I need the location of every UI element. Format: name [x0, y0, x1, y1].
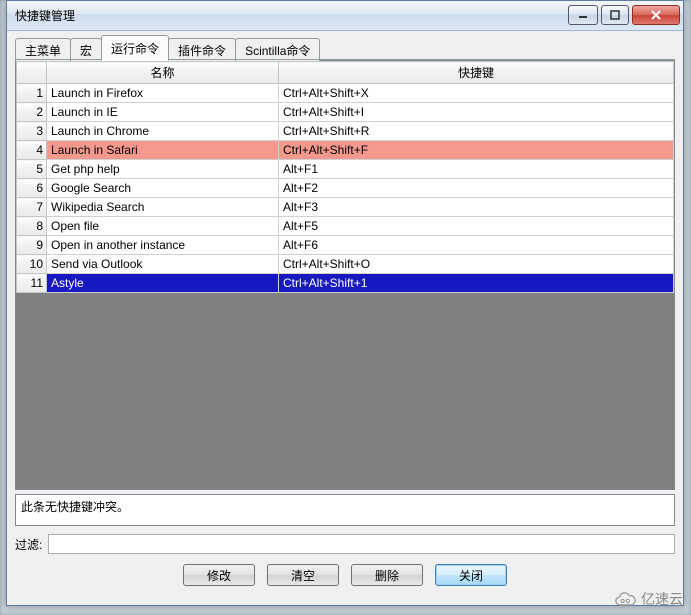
col-index[interactable]: [17, 62, 47, 84]
row-index: 8: [17, 217, 47, 236]
cloud-logo-icon: [611, 591, 637, 607]
table-row[interactable]: 3Launch in ChromeCtrl+Alt+Shift+R: [17, 122, 674, 141]
table-row[interactable]: 7Wikipedia SearchAlt+F3: [17, 198, 674, 217]
row-index: 7: [17, 198, 47, 217]
row-index: 4: [17, 141, 47, 160]
cell-name[interactable]: Launch in Safari: [47, 141, 279, 160]
window-title: 快捷键管理: [7, 7, 568, 24]
shortcut-grid[interactable]: 名称 快捷键 1Launch in FirefoxCtrl+Alt+Shift+…: [15, 60, 675, 490]
tab-0[interactable]: 主菜单: [15, 38, 71, 61]
cell-shortcut[interactable]: Ctrl+Alt+Shift+R: [279, 122, 674, 141]
table-row[interactable]: 10Send via OutlookCtrl+Alt+Shift+O: [17, 255, 674, 274]
tab-4[interactable]: Scintilla命令: [235, 38, 320, 61]
cell-shortcut[interactable]: Ctrl+Alt+Shift+X: [279, 84, 674, 103]
conflict-message: 此条无快捷键冲突。: [21, 500, 129, 514]
col-shortcut[interactable]: 快捷键: [279, 62, 674, 84]
table-row[interactable]: 5Get php helpAlt+F1: [17, 160, 674, 179]
tab-3[interactable]: 插件命令: [168, 38, 236, 61]
cell-name[interactable]: Launch in IE: [47, 103, 279, 122]
table-row[interactable]: 9Open in another instanceAlt+F6: [17, 236, 674, 255]
clear-button[interactable]: 清空: [267, 564, 339, 586]
cell-name[interactable]: Open file: [47, 217, 279, 236]
row-index: 9: [17, 236, 47, 255]
cell-name[interactable]: Get php help: [47, 160, 279, 179]
cell-shortcut[interactable]: Alt+F2: [279, 179, 674, 198]
cell-name[interactable]: Launch in Chrome: [47, 122, 279, 141]
cell-shortcut[interactable]: Alt+F5: [279, 217, 674, 236]
cell-shortcut[interactable]: Alt+F3: [279, 198, 674, 217]
cell-name[interactable]: Launch in Firefox: [47, 84, 279, 103]
filter-row: 过滤:: [15, 534, 675, 554]
delete-button[interactable]: 删除: [351, 564, 423, 586]
close-button[interactable]: [632, 5, 680, 25]
row-index: 3: [17, 122, 47, 141]
row-index: 10: [17, 255, 47, 274]
cell-name[interactable]: Open in another instance: [47, 236, 279, 255]
tab-2[interactable]: 运行命令: [101, 35, 169, 61]
cell-name[interactable]: Wikipedia Search: [47, 198, 279, 217]
row-index: 6: [17, 179, 47, 198]
filter-input[interactable]: [48, 534, 675, 554]
table-row[interactable]: 11AstyleCtrl+Alt+Shift+1: [17, 274, 674, 293]
modify-button[interactable]: 修改: [183, 564, 255, 586]
maximize-button[interactable]: [601, 5, 629, 25]
cell-name[interactable]: Send via Outlook: [47, 255, 279, 274]
header-row: 名称 快捷键: [17, 62, 674, 84]
tab-bar: 主菜单宏运行命令插件命令Scintilla命令: [15, 38, 675, 60]
button-row: 修改 清空 删除 关闭: [15, 564, 675, 586]
table-row[interactable]: 8Open fileAlt+F5: [17, 217, 674, 236]
col-name[interactable]: 名称: [47, 62, 279, 84]
row-index: 5: [17, 160, 47, 179]
row-index: 2: [17, 103, 47, 122]
row-index: 11: [17, 274, 47, 293]
filter-label: 过滤:: [15, 536, 42, 553]
cell-shortcut[interactable]: Ctrl+Alt+Shift+I: [279, 103, 674, 122]
cell-shortcut[interactable]: Ctrl+Alt+Shift+1: [279, 274, 674, 293]
watermark: 亿速云: [611, 589, 683, 609]
close-dialog-button[interactable]: 关闭: [435, 564, 507, 586]
table-row[interactable]: 2Launch in IECtrl+Alt+Shift+I: [17, 103, 674, 122]
titlebar[interactable]: 快捷键管理: [7, 1, 683, 31]
table-row[interactable]: 1Launch in FirefoxCtrl+Alt+Shift+X: [17, 84, 674, 103]
table-row[interactable]: 4Launch in SafariCtrl+Alt+Shift+F: [17, 141, 674, 160]
tab-1[interactable]: 宏: [70, 38, 102, 61]
cell-name[interactable]: Astyle: [47, 274, 279, 293]
cell-shortcut[interactable]: Ctrl+Alt+Shift+O: [279, 255, 674, 274]
table-row[interactable]: 6Google SearchAlt+F2: [17, 179, 674, 198]
conflict-message-area: 此条无快捷键冲突。: [15, 494, 675, 526]
minimize-button[interactable]: [568, 5, 598, 25]
watermark-text: 亿速云: [641, 589, 683, 609]
shortcut-mapper-dialog: 快捷键管理 主菜单宏运行命令插件命令Scintilla命令 名称 快捷键: [6, 0, 684, 606]
row-index: 1: [17, 84, 47, 103]
client-area: 主菜单宏运行命令插件命令Scintilla命令 名称 快捷键 1Launch i…: [7, 31, 683, 605]
cell-shortcut[interactable]: Ctrl+Alt+Shift+F: [279, 141, 674, 160]
cell-shortcut[interactable]: Alt+F6: [279, 236, 674, 255]
cell-shortcut[interactable]: Alt+F1: [279, 160, 674, 179]
cell-name[interactable]: Google Search: [47, 179, 279, 198]
